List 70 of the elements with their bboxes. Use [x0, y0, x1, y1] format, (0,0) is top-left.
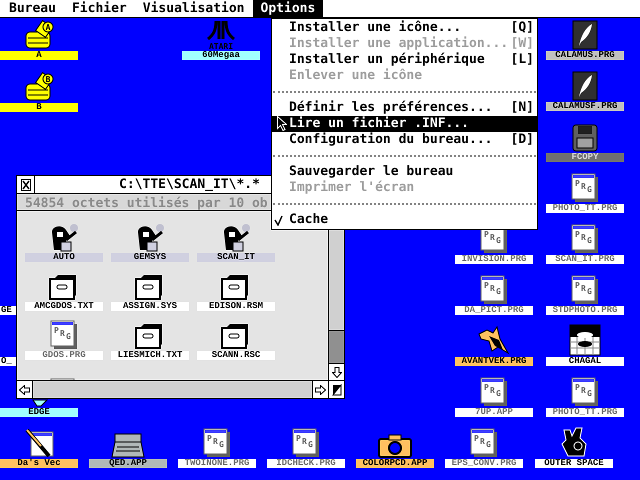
- scroll-left-button[interactable]: [17, 381, 33, 398]
- icon-label: AMCGDOS.TXT: [25, 302, 103, 311]
- chagal-picture-icon[interactable]: [569, 324, 601, 356]
- icon-label: Da's Vec: [0, 459, 78, 468]
- prg-letters: PRG: [575, 179, 592, 194]
- icon-label: PHOTO_TT.PRG: [546, 204, 624, 213]
- prg-letters: PRG: [484, 281, 501, 296]
- icon-label: LIESMICH.TXT: [111, 351, 189, 360]
- pen-on-file-icon[interactable]: [23, 426, 55, 458]
- prg-letters: PRG: [575, 281, 592, 296]
- prg-letters: PRG: [207, 434, 224, 449]
- icon-label: GEMSYS: [111, 253, 189, 262]
- icon-label: CALAMUS.PRG: [546, 51, 624, 60]
- drive-letter: B: [46, 75, 50, 84]
- icon-label: CHAGAL: [546, 357, 624, 366]
- icon-label: SCANN.RSC: [197, 351, 275, 360]
- icon-label: A: [0, 51, 78, 60]
- bird-icon[interactable]: [477, 326, 511, 356]
- icon-label: 60Megaa: [182, 51, 260, 60]
- prg-letters: PRG: [575, 230, 592, 245]
- icon-label: FCOPY: [546, 153, 624, 162]
- prg-letters: PRG: [484, 383, 501, 398]
- icon-label: EDISON.RSM: [197, 302, 275, 311]
- prg-letters: PRG: [54, 326, 71, 341]
- icon-label: AUTO: [25, 253, 103, 262]
- icon-label: O_: [0, 357, 16, 366]
- resize-icon: [332, 384, 342, 396]
- camera-icon[interactable]: [378, 434, 412, 458]
- right-arrow-icon: [315, 384, 326, 394]
- scroll-down-button[interactable]: [329, 363, 344, 380]
- menu-item[interactable]: Lire un fichier .INF...: [272, 116, 537, 132]
- window-info: 54854 octets utilisés par 10 ob: [25, 196, 268, 211]
- icon-label: QED.APP: [89, 459, 167, 468]
- icon-label: GE: [0, 306, 16, 315]
- left-arrow-icon: [19, 384, 30, 394]
- window-title: C:\TTE\SCAN_IT\*.*: [119, 176, 260, 193]
- icon-label: STDPHOTO.PRG: [546, 306, 624, 315]
- icon-label: COLORPCD.APP: [356, 459, 434, 468]
- check-icon: [274, 215, 283, 226]
- icon-label: TWOINONE.PRG: [178, 459, 256, 468]
- typewriter-icon[interactable]: [111, 432, 145, 458]
- icon-label: SCAN_IT: [197, 253, 275, 262]
- feather-icon[interactable]: [572, 71, 598, 101]
- prg-letters: PRG: [474, 434, 491, 449]
- icon-label: B: [0, 103, 78, 112]
- icon-label: ASSIGN.SYS: [111, 302, 189, 311]
- prg-letters: PRG: [484, 230, 501, 245]
- bear-figure-icon[interactable]: [560, 426, 588, 458]
- menu-title[interactable]: Options: [252, 0, 324, 17]
- icon-label: INVISION.PRG: [455, 255, 533, 264]
- close-icon: [20, 178, 30, 190]
- icon-label: SCAN_IT.PRG: [546, 255, 624, 264]
- mouse-cursor-icon: [277, 116, 287, 131]
- icon-label: GDOS.PRG: [25, 351, 103, 360]
- prg-letters: PRG: [296, 434, 313, 449]
- icon-label: PHOTO_TT.PRG: [546, 408, 624, 417]
- icon-label: CALAMUSF.PRG: [546, 102, 624, 111]
- icon-label: DA_PICT.PRG: [455, 306, 533, 315]
- icon-label: OUTER SPACE: [535, 459, 613, 468]
- icon-label: EPS_CONV.PRG: [445, 459, 523, 468]
- icon-label: IDCHECK.PRG: [267, 459, 345, 468]
- resize-button[interactable]: [328, 381, 344, 398]
- icon-label: AVANTVEK.PRG: [455, 357, 533, 366]
- icon-label: 7UP.APP: [455, 408, 533, 417]
- prg-letters: PRG: [575, 383, 592, 398]
- drive-letter: A: [46, 23, 50, 32]
- down-arrow-icon: [332, 366, 342, 378]
- feather-icon[interactable]: [572, 20, 598, 50]
- scroll-right-button[interactable]: [312, 381, 328, 398]
- atari-logo-text: ATARI: [208, 42, 234, 50]
